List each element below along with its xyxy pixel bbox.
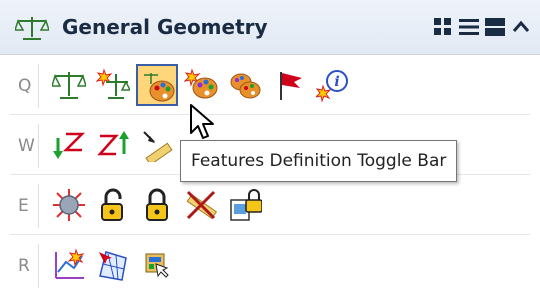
list-view-icon[interactable] <box>458 16 480 38</box>
palette-starburst-tool[interactable] <box>180 64 222 106</box>
graph-select-icon <box>55 248 85 279</box>
zigzag-down-tool[interactable] <box>48 124 90 166</box>
row-key: Q <box>18 76 32 96</box>
graph-select-tool[interactable] <box>48 244 90 286</box>
zigzag-up-arrow-icon <box>97 131 129 156</box>
collapse-chevron-icon[interactable] <box>510 16 532 38</box>
tool-row-q: Q i <box>10 58 530 115</box>
balance-scale-starburst-tool[interactable] <box>92 64 134 106</box>
grid-view-icon[interactable] <box>432 16 454 38</box>
ruler-cross-icon <box>186 190 218 220</box>
red-flag-icon <box>280 72 302 100</box>
target-starburst-icon <box>53 189 85 221</box>
balance-scale-tool[interactable] <box>48 64 90 106</box>
balance-geometry-icon <box>15 17 49 40</box>
info-starburst-icon: i <box>316 70 348 102</box>
toolbox-title-bar: General Geometry <box>0 0 540 55</box>
row-key: E <box>18 196 29 216</box>
tool-row-e: E <box>10 178 530 235</box>
tool-row-r: R <box>10 238 530 294</box>
document-lock-tool[interactable] <box>224 184 266 226</box>
window-select-tool[interactable] <box>136 244 178 286</box>
zigzag-up-tool[interactable] <box>92 124 134 166</box>
ruler-cross-tool[interactable] <box>180 184 222 226</box>
mesh-cursor-icon <box>99 251 127 281</box>
feature-palette-toggle-icon <box>144 73 175 102</box>
padlock-closed-icon <box>146 188 168 221</box>
palette-pair-tool[interactable] <box>224 64 266 106</box>
red-flag-tool[interactable] <box>268 64 310 106</box>
padlock-open-icon <box>101 188 123 221</box>
padlock-open-tool[interactable] <box>92 184 134 226</box>
mesh-cursor-tool[interactable] <box>92 244 134 286</box>
toolbox-title: General Geometry <box>62 15 268 39</box>
features-definition-toggle-bar-button[interactable] <box>136 64 178 106</box>
row-divider <box>38 64 39 108</box>
balance-scale-icon <box>52 72 86 99</box>
palette-pair-icon <box>230 73 261 99</box>
target-starburst-tool[interactable] <box>48 184 90 226</box>
row-divider <box>38 124 39 168</box>
zigzag-down-arrow-icon <box>53 132 86 159</box>
padlock-closed-tool[interactable] <box>136 184 178 226</box>
document-lock-icon <box>230 189 262 221</box>
ruler-arrow-icon <box>143 131 173 162</box>
mouse-pointer-icon <box>190 104 214 139</box>
window-select-icon <box>145 253 169 278</box>
svg-text:i: i <box>334 74 339 90</box>
ruler-arrow-tool[interactable] <box>136 124 178 166</box>
balance-scale-starburst-icon <box>96 68 130 99</box>
row-divider <box>38 244 39 288</box>
row-key: W <box>18 136 35 156</box>
row-key: R <box>18 256 30 276</box>
tooltip: Features Definition Toggle Bar <box>180 140 458 182</box>
row-divider <box>38 184 39 228</box>
panel-view-icon[interactable] <box>484 16 506 38</box>
palette-starburst-icon <box>184 68 218 99</box>
info-starburst-tool[interactable]: i <box>312 64 354 106</box>
